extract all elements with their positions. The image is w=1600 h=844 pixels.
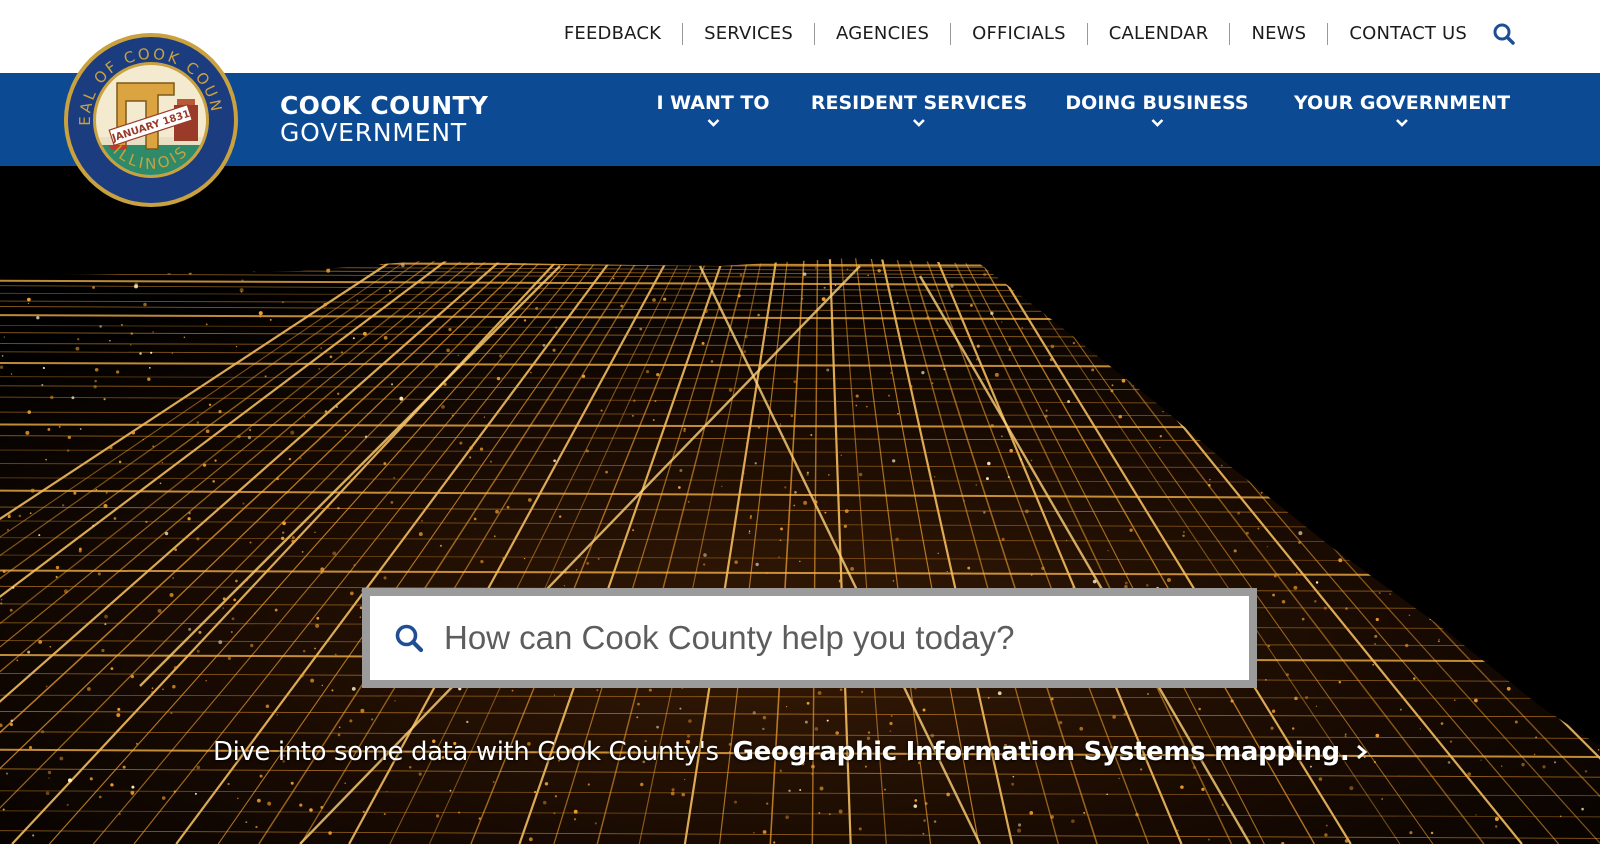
utility-nav: FEEDBACK SERVICES AGENCIES OFFICIALS CAL… bbox=[543, 0, 1488, 68]
nav-item-label: DOING BUSINESS bbox=[1065, 92, 1249, 114]
county-seal-logo[interactable]: JANUARY 1831 SEAL OF COOK COUNTY ILLINOI… bbox=[55, 17, 240, 209]
utility-link-contact-us[interactable]: CONTACT US bbox=[1327, 23, 1488, 45]
site-search-box bbox=[362, 588, 1257, 688]
site-search-input[interactable] bbox=[444, 608, 1249, 668]
utility-link-services[interactable]: SERVICES bbox=[682, 23, 814, 45]
gis-promo-text: Dive into some data with Cook County's bbox=[213, 737, 719, 767]
seal-icon: JANUARY 1831 SEAL OF COOK COUNTY ILLINOI… bbox=[55, 17, 238, 207]
hero-section: Dive into some data with Cook County's G… bbox=[0, 166, 1600, 844]
utility-link-feedback[interactable]: FEEDBACK bbox=[543, 23, 682, 45]
nav-item-label: I WANT TO bbox=[656, 92, 770, 114]
nav-item-doing-business[interactable]: DOING BUSINESS bbox=[1065, 92, 1249, 128]
utility-link-agencies[interactable]: AGENCIES bbox=[814, 23, 950, 45]
nav-item-label: RESIDENT SERVICES bbox=[810, 92, 1028, 114]
search-icon[interactable] bbox=[1492, 22, 1516, 46]
main-nav: I WANT TO RESIDENT SERVICES DOING BUSINE… bbox=[0, 92, 1600, 152]
chevron-down-icon bbox=[1396, 119, 1408, 127]
chevron-down-icon bbox=[707, 119, 719, 127]
utility-bar: FEEDBACK SERVICES AGENCIES OFFICIALS CAL… bbox=[0, 0, 1600, 73]
chevron-right-icon[interactable] bbox=[1355, 743, 1369, 761]
chevron-down-icon bbox=[913, 119, 925, 127]
nav-item-i-want-to[interactable]: I WANT TO bbox=[656, 92, 770, 128]
nav-item-resident-services[interactable]: RESIDENT SERVICES bbox=[811, 92, 1027, 128]
utility-link-officials[interactable]: OFFICIALS bbox=[950, 23, 1087, 45]
gis-promo: Dive into some data with Cook County's G… bbox=[213, 737, 1369, 767]
gis-mapping-link[interactable]: Geographic Information Systems mapping. bbox=[733, 737, 1350, 767]
chevron-down-icon bbox=[1151, 119, 1163, 127]
nav-item-label: YOUR GOVERNMENT bbox=[1293, 92, 1511, 114]
nav-item-your-government[interactable]: YOUR GOVERNMENT bbox=[1294, 92, 1510, 128]
search-icon[interactable] bbox=[394, 623, 424, 653]
utility-link-news[interactable]: NEWS bbox=[1229, 23, 1327, 45]
utility-link-calendar[interactable]: CALENDAR bbox=[1086, 23, 1230, 45]
